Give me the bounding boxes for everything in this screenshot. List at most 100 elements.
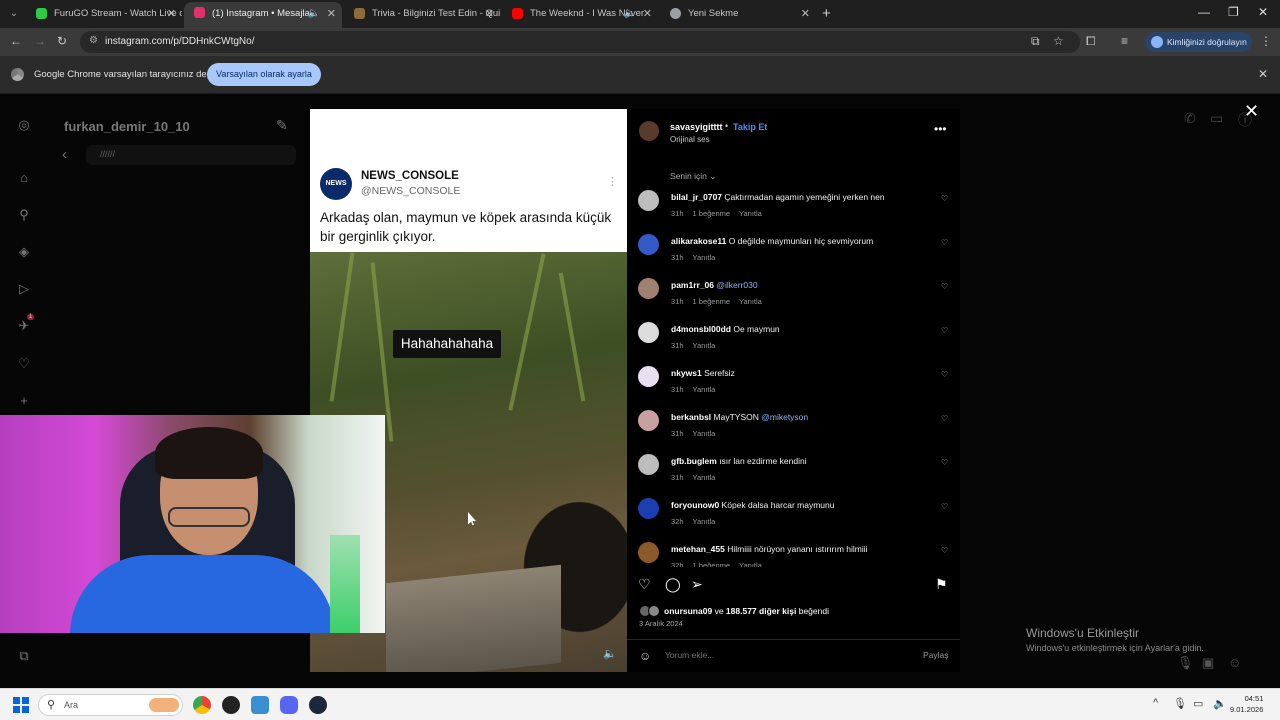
- reload-icon[interactable]: ↻: [57, 34, 67, 48]
- commenter-username[interactable]: foryounow0: [671, 500, 719, 510]
- comment-like-heart-icon[interactable]: ♡: [941, 238, 948, 247]
- notifications-heart-icon[interactable]: ♡: [16, 356, 32, 372]
- follow-button[interactable]: Takip Et: [733, 122, 767, 132]
- comment-input[interactable]: [665, 650, 885, 660]
- audio-label[interactable]: Orijinal ses: [670, 135, 710, 144]
- commenter-avatar[interactable]: [638, 278, 659, 299]
- url-text[interactable]: instagram.com/p/DDHnkCWtgNo/: [105, 36, 254, 47]
- speaker-icon[interactable]: 🔈: [308, 2, 320, 26]
- comment-like-heart-icon[interactable]: ♡: [941, 370, 948, 379]
- comment-mention[interactable]: @miketyson: [761, 412, 808, 422]
- commenter-avatar[interactable]: [638, 366, 659, 387]
- comment-like-heart-icon[interactable]: ♡: [941, 194, 948, 203]
- reply-button[interactable]: Yanıtla: [693, 341, 716, 350]
- sticker-icon[interactable]: ☺: [1228, 655, 1241, 670]
- commenter-username[interactable]: d4monsbl00dd: [671, 324, 731, 334]
- address-bar[interactable]: ⚙ instagram.com/p/DDHnkCWtgNo/: [80, 31, 1080, 53]
- minimize-icon[interactable]: —: [1198, 5, 1210, 19]
- commenter-avatar[interactable]: [638, 454, 659, 475]
- site-info-icon[interactable]: ⚙: [89, 35, 98, 46]
- reply-button[interactable]: Yanıtla: [693, 429, 716, 438]
- commenter-avatar[interactable]: [638, 190, 659, 211]
- reply-button[interactable]: Yanıtla: [739, 209, 762, 218]
- volume-icon[interactable]: 🔈: [603, 647, 617, 660]
- media-control-icon[interactable]: ≡: [1121, 34, 1128, 48]
- steam-app-icon[interactable]: [309, 696, 327, 714]
- reply-button[interactable]: Yanıtla: [693, 385, 716, 394]
- comment-like-heart-icon[interactable]: ♡: [941, 502, 948, 511]
- tray-chevron-icon[interactable]: ^: [1153, 697, 1158, 709]
- close-tab-icon[interactable]: ✕: [167, 3, 176, 25]
- new-tab-icon[interactable]: +: [822, 5, 831, 22]
- app-icon[interactable]: [222, 696, 240, 714]
- comment-like-heart-icon[interactable]: ♡: [941, 546, 948, 555]
- tray-display-icon[interactable]: ▭: [1193, 697, 1203, 710]
- commenter-avatar[interactable]: [638, 542, 659, 563]
- tab-furugo[interactable]: FuruGO Stream - Watch Live o ✕: [26, 3, 182, 25]
- reply-button[interactable]: Yanıtla: [739, 561, 762, 567]
- comment-sort-dropdown[interactable]: Senin için ⌄: [670, 171, 716, 182]
- commenter-username[interactable]: nkyws1: [671, 368, 702, 378]
- commenter-username[interactable]: bilal_jr_0707: [671, 192, 722, 202]
- liker-username[interactable]: onursuna09: [664, 606, 712, 616]
- infobar-close-icon[interactable]: ✕: [1258, 67, 1268, 81]
- share-icon[interactable]: ➢: [691, 576, 703, 593]
- tab-search-icon[interactable]: ⌄: [6, 6, 22, 22]
- commenter-username[interactable]: pam1rr_06: [671, 280, 714, 290]
- comment-like-heart-icon[interactable]: ♡: [941, 282, 948, 291]
- commenter-avatar[interactable]: [638, 234, 659, 255]
- close-modal-icon[interactable]: ✕: [1244, 101, 1259, 122]
- commenter-username[interactable]: gfb.buglem: [671, 456, 717, 466]
- commenter-avatar[interactable]: [638, 410, 659, 431]
- close-tab-icon[interactable]: ✕: [643, 3, 652, 25]
- commenter-username[interactable]: berkanbsl: [671, 412, 711, 422]
- instagram-logo-icon[interactable]: ◎: [16, 117, 32, 133]
- home-icon[interactable]: ⌂: [16, 170, 32, 186]
- tab-new-tab[interactable]: Yeni Sekme ✕: [660, 3, 816, 25]
- post-comment-button[interactable]: Paylaş: [923, 650, 949, 660]
- back-arrow-icon[interactable]: ‹: [62, 146, 67, 163]
- reply-button[interactable]: Yanıtla: [693, 473, 716, 482]
- reply-button[interactable]: Yanıtla: [739, 297, 762, 306]
- author-avatar[interactable]: [639, 121, 659, 141]
- inbox-username[interactable]: furkan_demir_10_10: [64, 119, 190, 134]
- extensions-icon[interactable]: ⧠: [1086, 34, 1096, 49]
- inbox-search-input[interactable]: //////: [86, 145, 296, 165]
- commenter-username[interactable]: alikarakose11: [671, 236, 726, 246]
- comment-icon[interactable]: ◯: [665, 576, 681, 593]
- bookmark-star-icon[interactable]: ☆: [1053, 34, 1064, 48]
- tray-volume-icon[interactable]: 🔈: [1213, 697, 1227, 710]
- more-options-icon[interactable]: •••: [934, 122, 947, 136]
- speaker-icon[interactable]: 🔈: [624, 3, 636, 25]
- taskbar-search[interactable]: ⚲ Ara: [38, 694, 183, 716]
- commenter-avatar[interactable]: [638, 498, 659, 519]
- reply-button[interactable]: Yanıtla: [693, 253, 716, 262]
- author-username[interactable]: savasyigitttt: [670, 122, 723, 132]
- phone-call-icon[interactable]: ✆: [1184, 110, 1196, 127]
- create-icon[interactable]: +: [16, 393, 32, 409]
- comment-like-heart-icon[interactable]: ♡: [941, 458, 948, 467]
- comment-mention[interactable]: @ilkerr030: [716, 280, 757, 290]
- commenter-username[interactable]: metehan_455: [671, 544, 725, 554]
- save-bookmark-icon[interactable]: ⚑: [935, 576, 948, 593]
- comment-likes[interactable]: 1 beğenme: [693, 209, 731, 218]
- discord-app-icon[interactable]: [280, 696, 298, 714]
- commenter-avatar[interactable]: [638, 322, 659, 343]
- tab-youtube[interactable]: The Weeknd - I Was Never 🔈 ✕: [502, 3, 658, 25]
- video-call-icon[interactable]: ▭: [1210, 110, 1223, 127]
- vscode-app-icon[interactable]: [251, 696, 269, 714]
- reels-icon[interactable]: ▷: [16, 281, 32, 297]
- comment-like-heart-icon[interactable]: ♡: [941, 414, 948, 423]
- like-count[interactable]: 188.577 diğer kişi: [726, 606, 796, 616]
- verify-identity-button[interactable]: Kimliğinizi doğrulayın: [1145, 32, 1252, 52]
- microphone-icon[interactable]: 🎙: [1177, 655, 1194, 671]
- tab-trivia[interactable]: Trivia - Bilginizi Test Edin - Quiz ✕: [344, 3, 500, 25]
- close-tab-icon[interactable]: ✕: [485, 3, 494, 25]
- emoji-icon[interactable]: ☺: [639, 649, 651, 663]
- set-default-button[interactable]: Varsayılan olarak ayarla: [207, 63, 321, 86]
- install-app-icon[interactable]: ⧉: [1031, 34, 1040, 49]
- image-icon[interactable]: ▣: [1202, 655, 1214, 671]
- more-icon[interactable]: ⧉: [16, 648, 32, 664]
- search-icon[interactable]: ⚲: [16, 207, 32, 223]
- windows-start-icon[interactable]: [13, 697, 29, 713]
